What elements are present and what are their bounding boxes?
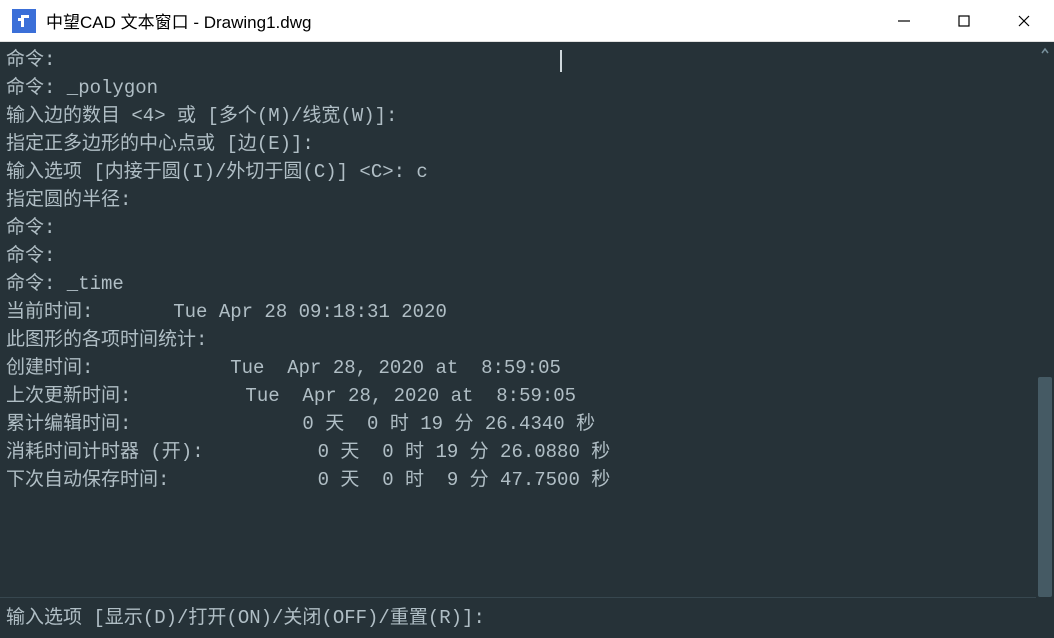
terminal-line: 指定圆的半径: (6, 186, 1048, 214)
scrollbar[interactable] (1036, 42, 1054, 638)
terminal-line: 命令: (6, 214, 1048, 242)
close-button[interactable] (994, 0, 1054, 41)
terminal-line: 命令: _polygon (6, 74, 1048, 102)
terminal-line: 消耗时间计时器 (开): 0 天 0 时 19 分 26.0880 秒 (6, 438, 1048, 466)
maximize-button[interactable] (934, 0, 994, 41)
terminal-line: 命令: _time (6, 270, 1048, 298)
text-cursor (560, 50, 562, 72)
terminal-line: 输入选项 [内接于圆(I)/外切于圆(C)] <C>: c (6, 158, 1048, 186)
terminal-line: 此图形的各项时间统计: (6, 326, 1048, 354)
maximize-icon (957, 14, 971, 28)
minimize-icon (897, 14, 911, 28)
terminal-output[interactable]: 命令: 命令: _polygon 输入边的数目 <4> 或 [多个(M)/线宽(… (0, 42, 1054, 597)
scroll-up-button[interactable] (1036, 42, 1054, 60)
titlebar: 中望CAD 文本窗口 - Drawing1.dwg (0, 0, 1054, 42)
scroll-thumb[interactable] (1038, 377, 1052, 597)
close-icon (1017, 14, 1031, 28)
app-icon (12, 9, 36, 33)
command-prompt[interactable]: 输入选项 [显示(D)/打开(ON)/关闭(OFF)/重置(R)]: (0, 597, 1054, 638)
terminal-line: 输入边的数目 <4> 或 [多个(M)/线宽(W)]: (6, 102, 1048, 130)
window-title: 中望CAD 文本窗口 - Drawing1.dwg (46, 8, 311, 33)
terminal-line: 当前时间: Tue Apr 28 09:18:31 2020 (6, 298, 1048, 326)
terminal-line: 命令: (6, 46, 1048, 74)
terminal: 命令: 命令: _polygon 输入边的数目 <4> 或 [多个(M)/线宽(… (0, 42, 1054, 638)
terminal-line: 下次自动保存时间: 0 天 0 时 9 分 47.7500 秒 (6, 466, 1048, 494)
minimize-button[interactable] (874, 0, 934, 41)
terminal-line: 指定正多边形的中心点或 [边(E)]: (6, 130, 1048, 158)
zwcad-logo-icon (16, 13, 32, 29)
terminal-line: 上次更新时间: Tue Apr 28, 2020 at 8:59:05 (6, 382, 1048, 410)
window-controls (874, 0, 1054, 41)
terminal-line: 命令: (6, 242, 1048, 270)
terminal-line: 累计编辑时间: 0 天 0 时 19 分 26.4340 秒 (6, 410, 1048, 438)
chevron-up-icon (1040, 46, 1050, 56)
terminal-line: 创建时间: Tue Apr 28, 2020 at 8:59:05 (6, 354, 1048, 382)
